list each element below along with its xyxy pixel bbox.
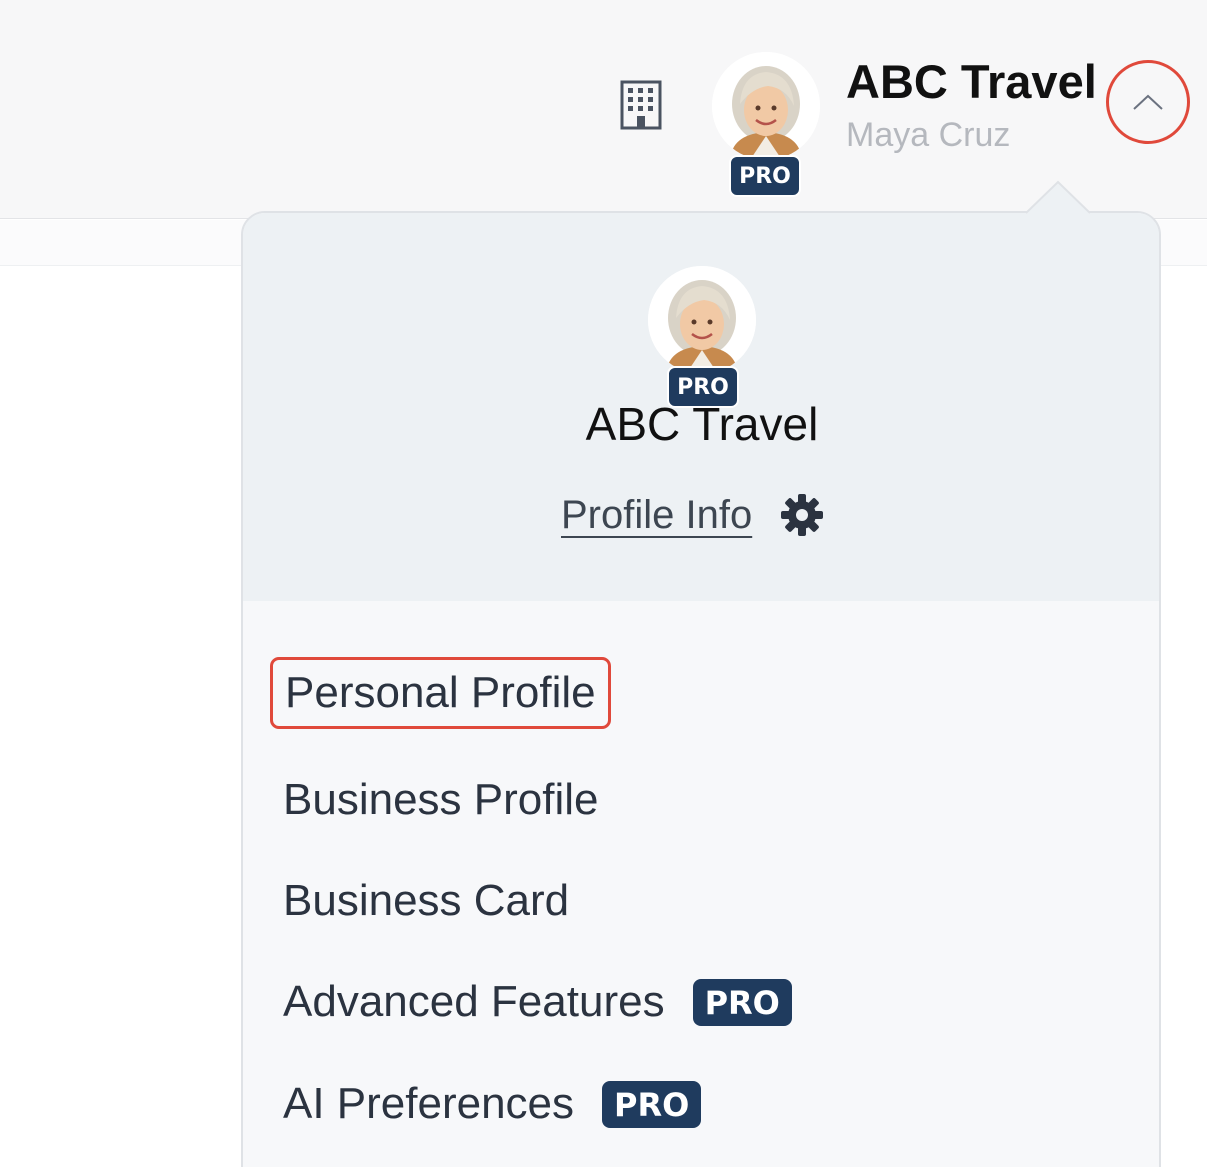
- account-name: ABC Travel: [846, 55, 1097, 108]
- account-dropdown: PRO ABC Travel Profile Info Personal Pro…: [241, 211, 1161, 1167]
- user-name: Maya Cruz: [846, 116, 1011, 154]
- avatar[interactable]: [648, 266, 756, 374]
- menu-item-advanced-features[interactable]: Advanced Features PRO: [283, 977, 792, 1027]
- menu-item-label: Business Card: [283, 876, 570, 925]
- pro-badge: PRO: [692, 978, 792, 1026]
- profile-info-row: Profile Info: [561, 491, 826, 539]
- menu-item-business-profile[interactable]: Business Profile: [283, 775, 598, 825]
- pro-badge: PRO: [667, 366, 739, 408]
- chevron-up-icon: [1133, 94, 1163, 110]
- dropdown-caret: [1026, 180, 1090, 214]
- menu-item-business-card[interactable]: Business Card: [283, 876, 569, 926]
- menu-item-label: AI Preferences: [283, 1079, 575, 1128]
- pro-badge: PRO: [729, 155, 801, 197]
- menu-item-label: Business Profile: [283, 775, 599, 824]
- building-icon[interactable]: [620, 80, 662, 130]
- account-menu-toggle[interactable]: [1106, 60, 1190, 144]
- avatar-illustration: [712, 52, 820, 160]
- pro-badge: PRO: [602, 1080, 702, 1128]
- gear-icon[interactable]: [778, 491, 826, 539]
- menu-item-personal-profile[interactable]: Personal Profile: [270, 657, 611, 729]
- profile-info-link[interactable]: Profile Info: [561, 493, 752, 538]
- dropdown-header: PRO ABC Travel Profile Info: [243, 213, 1159, 601]
- avatar[interactable]: [712, 52, 820, 160]
- menu-item-label: Personal Profile: [285, 668, 596, 717]
- menu-item-label: Advanced Features: [283, 977, 665, 1026]
- avatar-illustration: [648, 266, 756, 374]
- menu-item-ai-preferences[interactable]: AI Preferences PRO: [283, 1079, 702, 1129]
